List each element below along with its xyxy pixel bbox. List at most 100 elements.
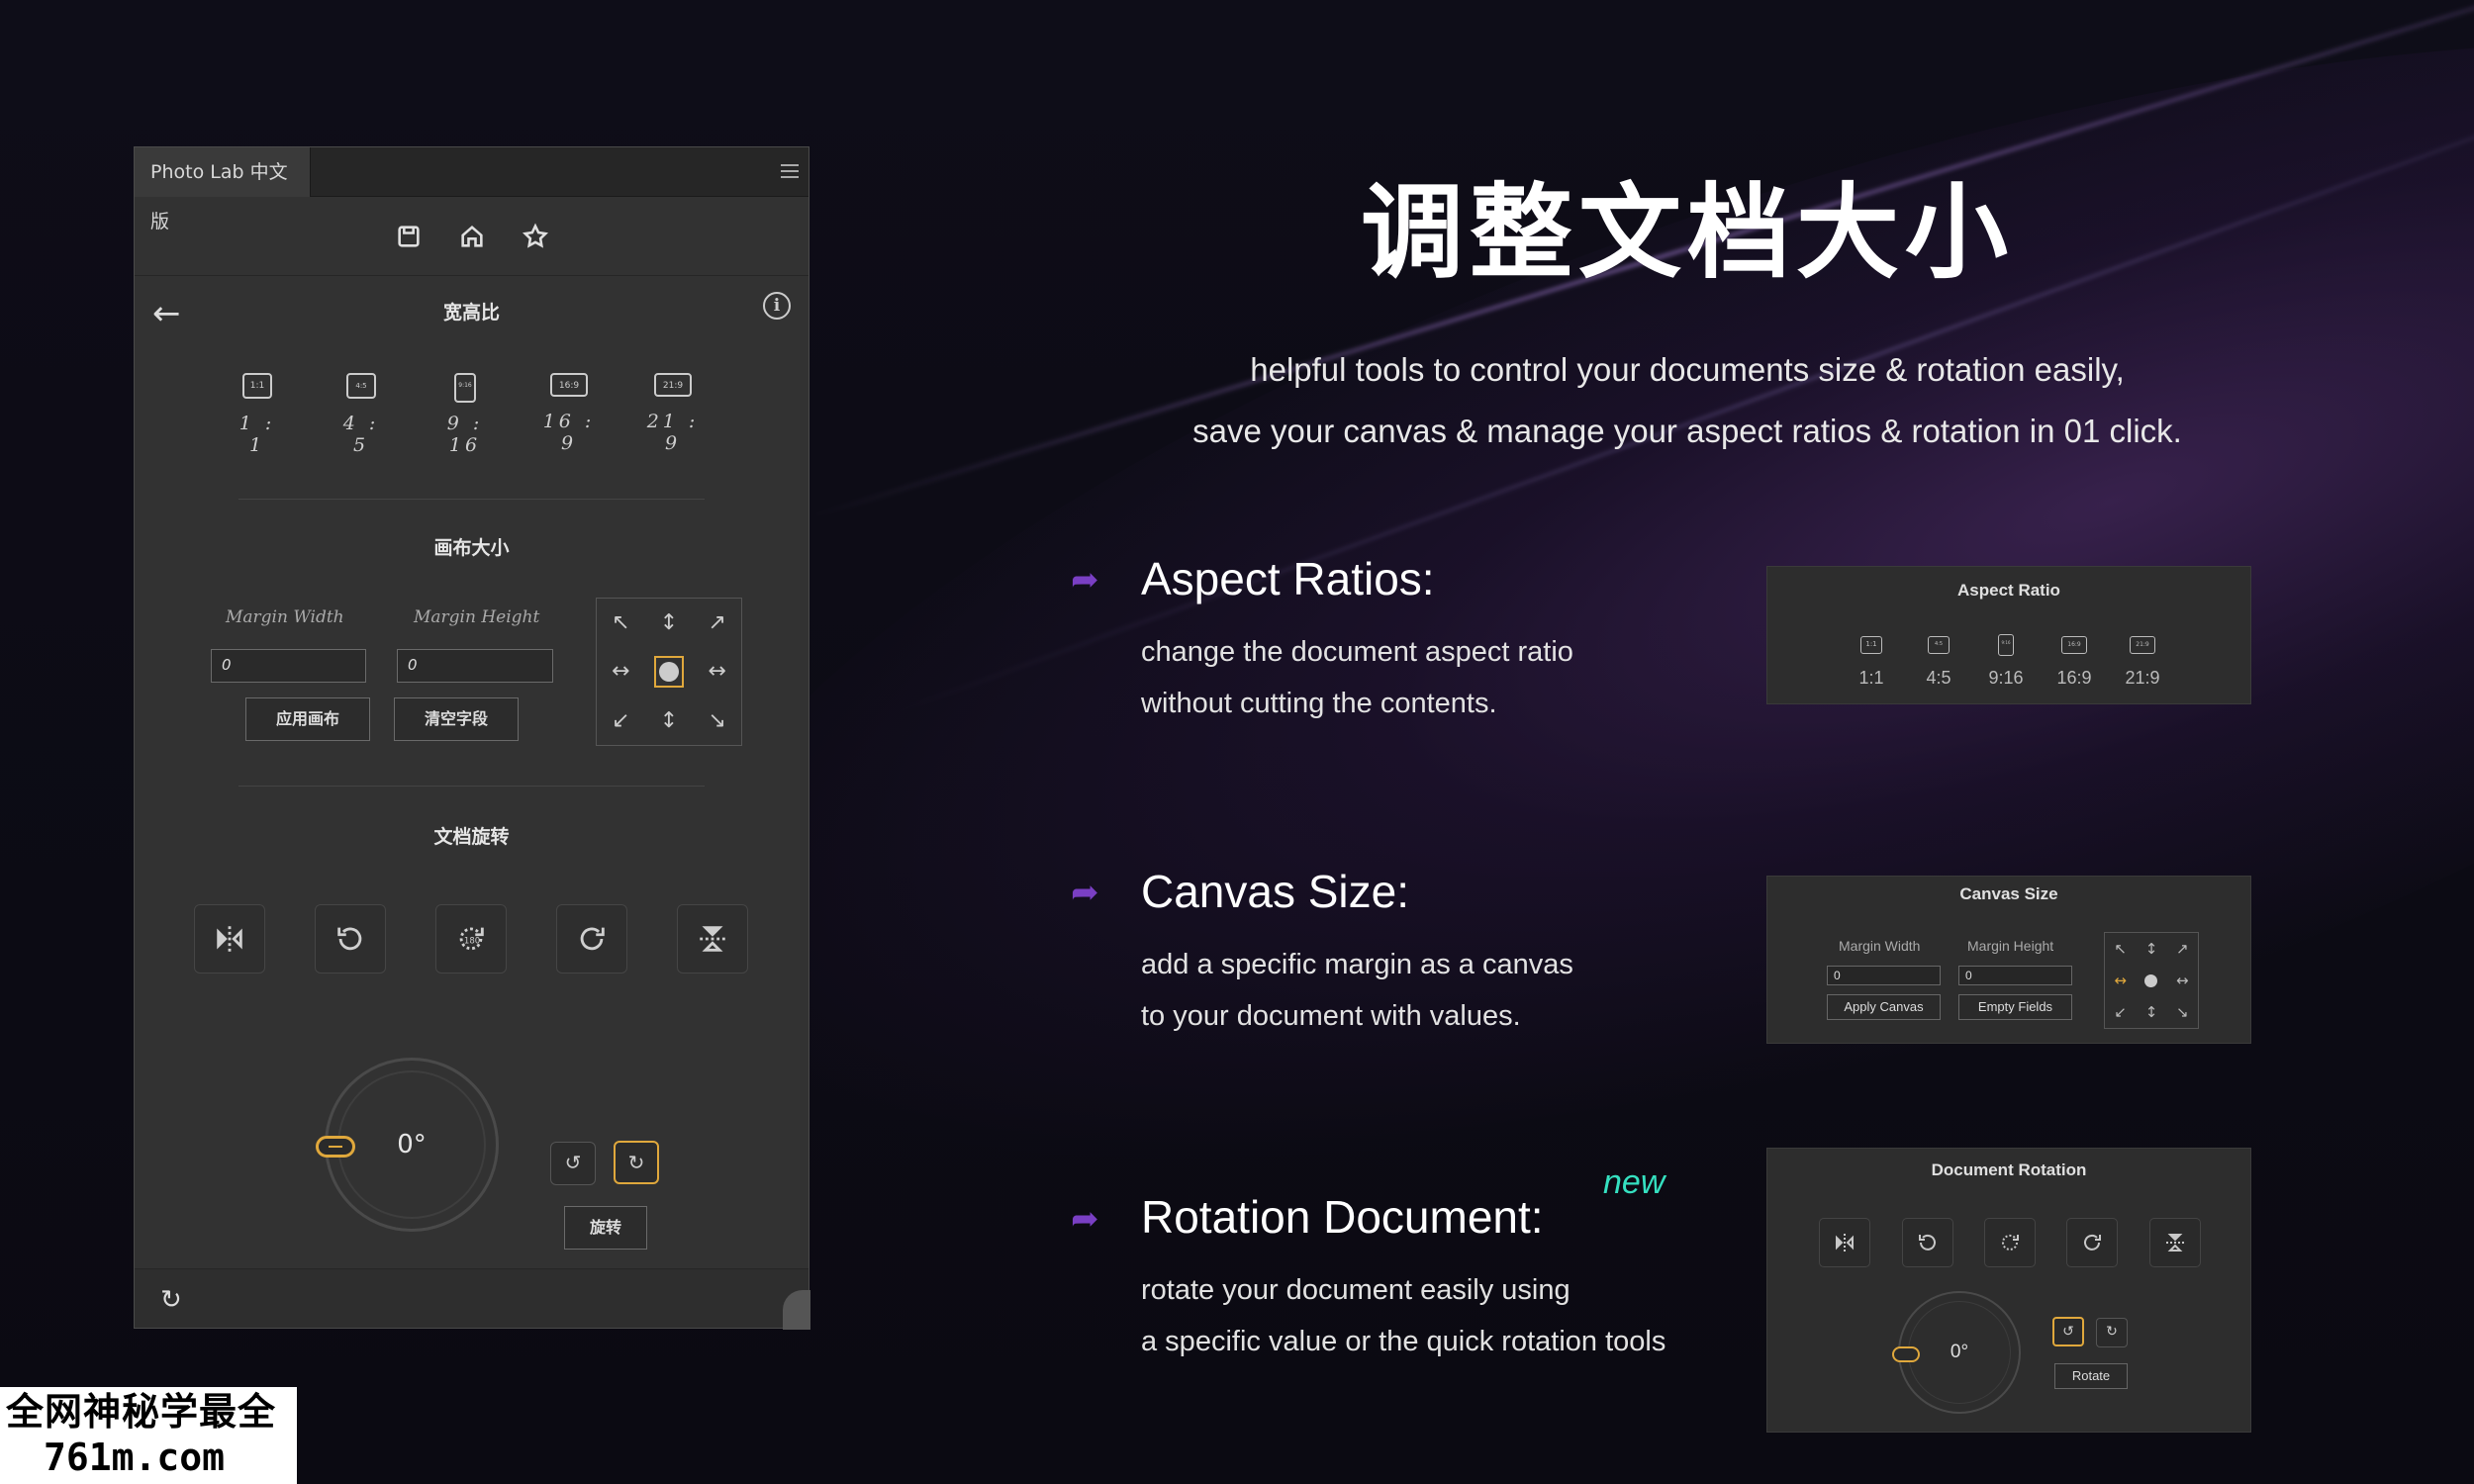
ratio-label: 21 : 9 — [646, 411, 700, 454]
mini-anchor-icon[interactable]: ↗ — [2167, 933, 2198, 965]
mini-rotate-180-button[interactable] — [1984, 1218, 2036, 1267]
mini-dial-handle[interactable] — [1892, 1346, 1920, 1362]
info-icon[interactable]: i — [763, 292, 791, 320]
document-rotation-title: 文档旋转 — [433, 826, 510, 848]
quick-rotate-ccw-button[interactable]: ↺ — [550, 1142, 596, 1185]
rotate-ccw-button[interactable] — [315, 904, 386, 974]
home-icon[interactable] — [457, 222, 487, 251]
anchor-center-icon[interactable] — [653, 656, 685, 688]
plugin-panel: Photo Lab 中文版 ← 宽高比 i 1:1 1 : 1 4:5 4 : … — [134, 146, 810, 1330]
aspect-ratio-title: 宽高比 — [442, 302, 500, 324]
flip-horizontal-icon — [1836, 1234, 1854, 1252]
share-arrow-icon: ➦ — [1071, 1199, 1099, 1239]
mini-ratio-label: 1:1 — [1858, 668, 1884, 688]
mini-rotation-dial[interactable]: 0° — [1892, 1291, 2021, 1414]
mini-empty-fields-button[interactable]: Empty Fields — [1958, 994, 2072, 1020]
refresh-icon[interactable]: ↻ — [160, 1285, 182, 1315]
share-arrow-icon: ➦ — [1071, 560, 1099, 600]
flip-vertical-button[interactable] — [677, 904, 748, 974]
mini-anchor-icon[interactable]: ↔ — [2167, 965, 2198, 996]
anchor-grid: ↖ ↕ ↗ ↔ ↔ ↙ ↕ ↘ — [596, 598, 742, 746]
ratio-21-9-icon: 21:9 — [654, 373, 692, 397]
ratio-label: 9 : 16 — [446, 413, 484, 456]
mini-anchor-icon[interactable]: ↔ — [2105, 965, 2136, 996]
anchor-bottom-icon[interactable]: ↕ — [645, 696, 694, 745]
star-icon[interactable] — [521, 222, 550, 251]
mini-anchor-icon[interactable]: ↙ — [2105, 996, 2136, 1028]
ratio-option-9-16[interactable]: 9:16 9 : 16 — [436, 373, 494, 456]
subtitle-line-1: helpful tools to control your documents … — [1250, 351, 2125, 388]
mini-quick-rotate-cw-button[interactable]: ↻ — [2096, 1318, 2128, 1347]
margin-height-input[interactable]: 0 — [397, 649, 553, 683]
panel-tab[interactable]: Photo Lab 中文版 — [135, 147, 311, 232]
mini-ratio-1-1[interactable]: 1:1 1:1 — [1847, 636, 1896, 689]
panel-toolbar — [135, 197, 809, 276]
mini-apply-canvas-button[interactable]: Apply Canvas — [1827, 994, 1941, 1020]
feature-canvas-desc-1: add a specific margin as a canvas — [1141, 949, 1573, 980]
aspect-ratio-card: Aspect Ratio 1:1 1:1 4:5 4:5 9:16 9:16 1… — [1766, 566, 2251, 704]
rotate-cw-button[interactable] — [556, 904, 627, 974]
feature-rotation-desc-1: rotate your document easily using — [1141, 1274, 1570, 1306]
anchor-bottom-right-icon[interactable]: ↘ — [693, 696, 741, 745]
rotate-ccw-icon — [337, 927, 362, 951]
margin-width-input[interactable]: 0 — [211, 649, 366, 683]
mini-flip-vertical-button[interactable] — [2149, 1218, 2201, 1267]
mini-ratio-label: 21:9 — [2125, 668, 2160, 688]
rotate-ccw-icon — [1919, 1234, 1936, 1251]
mini-anchor-icon[interactable]: ↕ — [2136, 996, 2166, 1028]
rotate-cw-icon — [580, 927, 605, 951]
dial-handle[interactable] — [316, 1136, 355, 1158]
mini-rotate-ccw-button[interactable] — [1902, 1218, 1953, 1267]
panel-titlebar: Photo Lab 中文版 — [135, 147, 809, 232]
mini-flip-horizontal-button[interactable] — [1819, 1218, 1870, 1267]
mini-anchor-icon[interactable]: ↘ — [2167, 996, 2198, 1028]
mini-margin-height-input[interactable]: 0 — [1958, 966, 2072, 985]
ratio-1-1-icon: 1:1 — [242, 373, 272, 399]
feature-aspect-desc-2: without cutting the contents. — [1141, 688, 1497, 719]
ratio-option-4-5[interactable]: 4:5 4 : 5 — [333, 373, 390, 456]
anchor-top-icon[interactable]: ↕ — [645, 599, 694, 647]
panel-menu-icon[interactable] — [781, 164, 799, 178]
card-title: Aspect Ratio — [1957, 581, 2060, 600]
canvas-size-card: Canvas Size Margin Width Margin Height 0… — [1766, 876, 2251, 1044]
ratio-option-21-9[interactable]: 21:9 21 : 9 — [644, 373, 702, 456]
anchor-right-icon[interactable]: ↔ — [693, 647, 741, 696]
apply-canvas-button[interactable]: 应用画布 — [245, 697, 370, 741]
rotate-180-button[interactable]: 180 — [435, 904, 507, 974]
mini-ratio-16-9[interactable]: 16:9 16:9 — [2049, 636, 2099, 689]
anchor-bottom-left-icon[interactable]: ↙ — [597, 696, 645, 745]
mini-anchor-center-icon[interactable] — [2136, 965, 2166, 996]
resize-corner[interactable] — [783, 1290, 810, 1330]
mini-rotate-cw-button[interactable] — [2066, 1218, 2118, 1267]
mini-ratio-4-5[interactable]: 4:5 4:5 — [1914, 636, 1963, 689]
document-rotation-card: Document Rotation 0° ↺ ↻ Rotate — [1766, 1148, 2251, 1433]
feature-rotation-title: Rotation Document: — [1141, 1191, 1544, 1243]
anchor-top-left-icon[interactable]: ↖ — [597, 599, 645, 647]
new-badge: new — [1603, 1163, 1665, 1201]
flip-vertical-icon — [700, 926, 725, 952]
flip-horizontal-button[interactable] — [194, 904, 265, 974]
ratio-option-1-1[interactable]: 1:1 1 : 1 — [229, 373, 286, 456]
canvas-size-title: 画布大小 — [433, 537, 510, 559]
mini-margin-width-input[interactable]: 0 — [1827, 966, 1941, 985]
mini-quick-rotate-ccw-button[interactable]: ↺ — [2052, 1317, 2084, 1346]
card-title: Document Rotation — [1931, 1160, 2087, 1179]
anchor-left-icon[interactable]: ↔ — [597, 647, 645, 696]
mini-rotate-button[interactable]: Rotate — [2054, 1363, 2128, 1389]
ratio-9-16-icon: 9:16 — [454, 373, 476, 403]
mini-anchor-icon[interactable]: ↖ — [2105, 933, 2136, 965]
mini-ratio-icon: 21:9 — [2130, 636, 2155, 654]
rotate-button[interactable]: 旋转 — [564, 1206, 647, 1250]
rotation-dial[interactable]: 0° — [316, 1058, 499, 1232]
empty-fields-button[interactable]: 清空字段 — [394, 697, 519, 741]
mini-anchor-icon[interactable]: ↕ — [2136, 933, 2166, 965]
watermark-line-1: 全网神秘学最全 — [6, 1390, 277, 1434]
rotate-cw-icon — [2084, 1234, 2101, 1251]
mini-ratio-21-9[interactable]: 21:9 21:9 — [2118, 636, 2167, 689]
anchor-top-right-icon[interactable]: ↗ — [693, 599, 741, 647]
mini-ratio-9-16[interactable]: 9:16 9:16 — [1981, 634, 2031, 689]
save-icon[interactable] — [394, 222, 424, 251]
quick-rotate-cw-button[interactable]: ↻ — [614, 1141, 659, 1184]
ratio-option-16-9[interactable]: 16:9 16 : 9 — [540, 373, 598, 456]
watermark-line-2: 761m.com — [44, 1436, 226, 1479]
